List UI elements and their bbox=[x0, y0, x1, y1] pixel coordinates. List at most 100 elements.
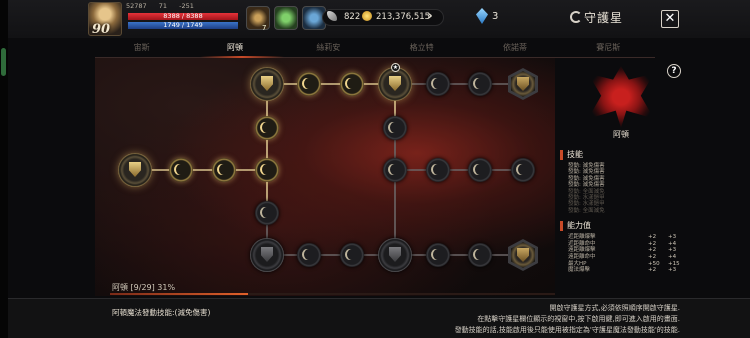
help-button[interactable]: ? bbox=[667, 64, 681, 78]
activation-skill-line: 阿頓魔法發動技能:(減免傷害) bbox=[112, 308, 211, 317]
stat-row: 遠距離命中 +2 +4 bbox=[560, 254, 690, 261]
stat-value-a: +50 bbox=[648, 260, 660, 267]
moon-icon bbox=[176, 164, 186, 175]
constellation-node[interactable] bbox=[297, 243, 321, 267]
shield-icon bbox=[129, 162, 141, 177]
crystal-count: 3 bbox=[492, 11, 499, 22]
constellation-node[interactable] bbox=[383, 116, 407, 140]
constellation-node[interactable] bbox=[255, 158, 279, 182]
stat-value-a: +2 bbox=[648, 240, 657, 247]
constellation-node[interactable] bbox=[297, 72, 321, 96]
shield-icon bbox=[261, 247, 273, 262]
mp-bar: 1749 / 1749 bbox=[128, 22, 238, 29]
leaf-buff-icon[interactable] bbox=[274, 6, 298, 30]
constellation-node[interactable] bbox=[169, 158, 193, 182]
constellation-node[interactable] bbox=[255, 201, 279, 225]
tab-silian[interactable]: 絲莉安 bbox=[282, 40, 375, 57]
stat-row: 魔法爆擊 +2 +3 bbox=[560, 267, 690, 274]
stat-value-a: +2 bbox=[648, 267, 657, 274]
constellation-node[interactable] bbox=[426, 72, 450, 96]
moon-icon bbox=[390, 164, 400, 175]
emblem-name: 阿頓 bbox=[613, 130, 629, 139]
edge-handle[interactable] bbox=[1, 48, 6, 76]
stat-label: 近距離爆擊 bbox=[568, 234, 596, 241]
stat-a: 52787 bbox=[126, 2, 147, 10]
skills-title: 技能 bbox=[560, 150, 690, 160]
moon-icon bbox=[433, 164, 443, 175]
constellation-node[interactable] bbox=[426, 243, 450, 267]
tab-zeus[interactable]: 宙斯 bbox=[95, 40, 188, 57]
close-button[interactable]: ✕ bbox=[661, 10, 679, 28]
moon-icon bbox=[433, 249, 443, 260]
moon-icon bbox=[433, 78, 443, 89]
moon-icon bbox=[475, 249, 485, 260]
constellation-node-selected[interactable]: ★ bbox=[378, 63, 412, 101]
stat-label: 近距離命中 bbox=[568, 240, 596, 247]
info-line: 在點擊守護星欄位顯示的視窗中,按下啟用鍵,即可進入啟用的畫面. bbox=[477, 315, 680, 323]
shield-icon bbox=[389, 76, 401, 91]
buff-count: 7 bbox=[262, 24, 267, 32]
feather-count: 822 bbox=[344, 12, 361, 22]
stat-value-b: +3 bbox=[668, 247, 677, 254]
moon-icon bbox=[304, 78, 314, 89]
moon-icon bbox=[262, 207, 272, 218]
constellation-node[interactable] bbox=[468, 72, 492, 96]
constellation-node[interactable] bbox=[340, 243, 364, 267]
stats-title: 能力值 bbox=[560, 221, 690, 232]
stat-value-a: +2 bbox=[648, 234, 657, 241]
tab-yinuodi[interactable]: 依諾蒂 bbox=[468, 40, 561, 57]
constellation-node[interactable] bbox=[426, 158, 450, 182]
tab-gelite[interactable]: 格立特 bbox=[375, 40, 468, 57]
constellation-node[interactable] bbox=[250, 238, 284, 272]
stat-b: 71 bbox=[158, 2, 168, 10]
info-panel: 技能 發動: 減免傷害 發動: 減免傷害 發動: 減免傷害 發動: 減免傷害 發… bbox=[560, 150, 690, 274]
stat-label: 最大HP bbox=[568, 260, 587, 267]
guardian-star-logo-icon bbox=[570, 11, 582, 23]
star-badge-icon: ★ bbox=[391, 63, 400, 72]
stat-row: 近距離爆擊 +2 +3 bbox=[560, 234, 690, 241]
progress-fill bbox=[110, 293, 248, 295]
moon-icon bbox=[219, 164, 229, 175]
progress-label: 阿頓 [9/29] 31% bbox=[112, 283, 176, 292]
stat-value-b: +3 bbox=[668, 234, 677, 241]
tab-aton[interactable]: 阿頓 bbox=[188, 40, 281, 57]
shield-icon bbox=[389, 247, 401, 262]
aton-emblem-icon bbox=[588, 66, 654, 128]
constellation-node[interactable] bbox=[212, 158, 236, 182]
constellation-board: ★ bbox=[95, 58, 555, 296]
currency-expand-icon[interactable]: › bbox=[427, 8, 433, 24]
tab-sainisi[interactable]: 賽尼斯 bbox=[562, 40, 655, 57]
moon-icon bbox=[475, 78, 485, 89]
constellation-node[interactable] bbox=[511, 158, 535, 182]
constellation-node[interactable] bbox=[468, 243, 492, 267]
stat-value-a: +2 bbox=[648, 247, 657, 254]
moon-icon bbox=[347, 78, 357, 89]
info-line: 開啟守護星方式,必須依照順序開啟守護星. bbox=[549, 304, 680, 312]
moon-icon bbox=[304, 249, 314, 260]
constellation-node[interactable] bbox=[468, 158, 492, 182]
stat-value-b: +4 bbox=[668, 240, 677, 247]
constellation-node-start[interactable] bbox=[118, 153, 152, 187]
moon-icon bbox=[262, 122, 272, 133]
moon-icon bbox=[518, 164, 528, 175]
shield-icon bbox=[261, 76, 273, 91]
constellation-node[interactable] bbox=[383, 158, 407, 182]
stat-value-b: +4 bbox=[668, 254, 677, 261]
stat-label: 遠距離命中 bbox=[568, 254, 596, 261]
device-edge bbox=[0, 0, 8, 338]
gold-count: 213,376,515 bbox=[376, 12, 431, 22]
constellation-node[interactable] bbox=[378, 238, 412, 272]
hp-bar: 8388 / 8388 bbox=[128, 13, 238, 20]
moon-icon bbox=[347, 249, 357, 260]
constellation-tabs: 宙斯 阿頓 絲莉安 格立特 依諾蒂 賽尼斯 bbox=[95, 40, 655, 58]
stat-value-b: +3 bbox=[668, 267, 677, 274]
constellation-node[interactable] bbox=[255, 116, 279, 140]
constellation-node[interactable] bbox=[250, 67, 284, 101]
stat-label: 遠距離爆擊 bbox=[568, 247, 596, 254]
constellation-node[interactable] bbox=[340, 72, 364, 96]
moon-icon bbox=[262, 164, 272, 175]
character-stats: 52787 71 -251 bbox=[126, 2, 204, 10]
stat-value-b: +15 bbox=[668, 260, 680, 267]
info-line: 發動技能的話,技能啟用後只能使用被指定為'守護星魔法發動技能'的技能. bbox=[454, 326, 680, 334]
character-level: 90 bbox=[92, 22, 111, 37]
